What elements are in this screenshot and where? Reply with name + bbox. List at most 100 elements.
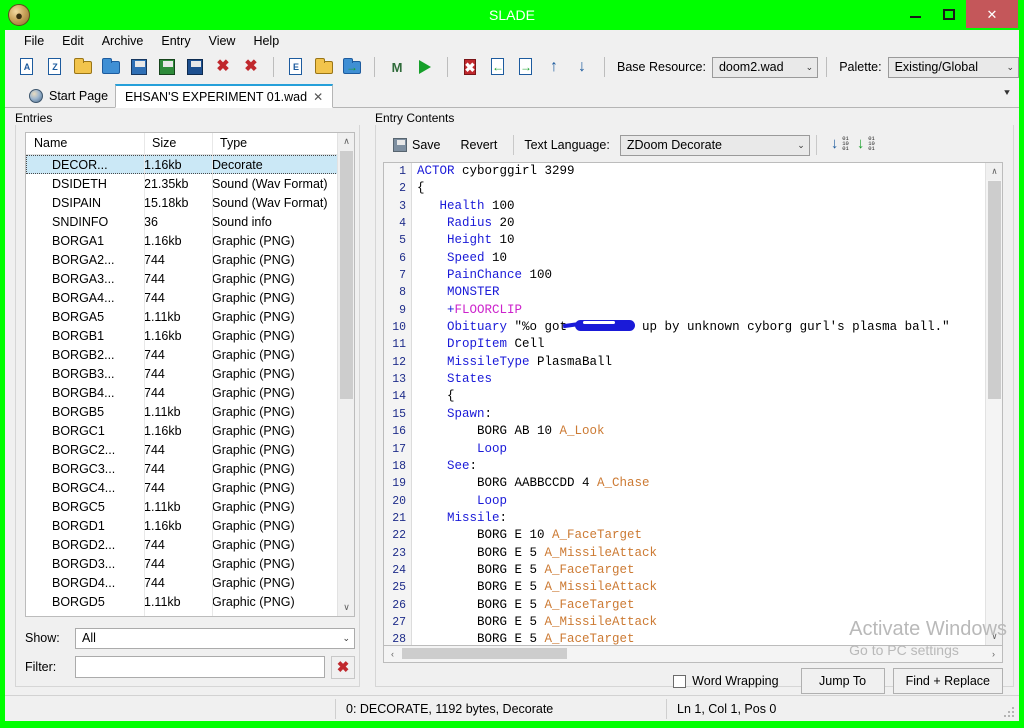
minimize-button[interactable]: [898, 0, 932, 28]
base-resource-combo[interactable]: doom2.wad ⌄: [711, 56, 819, 78]
editor-vertical-scrollbar[interactable]: ∧ ∨: [985, 163, 1002, 645]
code-line[interactable]: BORG AABBCCDD 4 A_Chase: [417, 475, 985, 492]
editor-hscroll-thumb[interactable]: [402, 648, 567, 659]
palette-combo[interactable]: Existing/Global ⌄: [887, 56, 1019, 78]
scroll-up-icon[interactable]: ∧: [338, 133, 354, 150]
code-line[interactable]: Radius 20: [417, 215, 985, 232]
save-as-icon[interactable]: [156, 56, 178, 78]
clear-filter-button[interactable]: ✖: [331, 655, 355, 679]
save-button[interactable]: Save: [383, 135, 451, 155]
close-button[interactable]: ✕: [966, 0, 1018, 28]
column-header-name[interactable]: Name: [26, 133, 144, 154]
scroll-down-icon[interactable]: ∨: [986, 628, 1002, 645]
jump-to-button[interactable]: Jump To: [800, 668, 885, 694]
table-row[interactable]: BORGA2... 744 Graphic (PNG): [26, 250, 354, 269]
text-editor[interactable]: 1 2 3 4 5 6 7 8 9 10 11 12 13 14 15 16 17 18 19 20 21 22 23 24 2…: [383, 162, 1003, 646]
run-map-icon[interactable]: [414, 56, 436, 78]
close-archive-icon[interactable]: ✖: [212, 56, 234, 78]
entries-list[interactable]: Name Size Type DECOR... 1.16kb Decorate DSI…: [25, 132, 355, 617]
tab-ehsans-experiment-wad[interactable]: EHSAN'S EXPERIMENT 01.wad ✕: [115, 84, 334, 108]
menu-file[interactable]: File: [15, 31, 53, 51]
table-row[interactable]: BORGC3... 744 Graphic (PNG): [26, 459, 354, 478]
word-wrapping-checkbox[interactable]: [673, 674, 687, 688]
open-archive-icon[interactable]: [72, 56, 94, 78]
code-line[interactable]: ACTOR cyborggirl 3299: [417, 163, 985, 180]
filter-input[interactable]: [75, 656, 325, 678]
column-header-type[interactable]: Type: [212, 133, 354, 154]
move-down-icon[interactable]: ↓: [571, 56, 593, 78]
code-line[interactable]: See:: [417, 458, 985, 475]
editor-horizontal-scrollbar[interactable]: ‹ ›: [383, 646, 1003, 663]
move-up-icon[interactable]: ↑: [543, 56, 565, 78]
code-line[interactable]: BORG E 5 A_MissileAttack: [417, 545, 985, 562]
table-row[interactable]: BORGD1 1.16kb Graphic (PNG): [26, 516, 354, 535]
table-row[interactable]: BORGA1 1.16kb Graphic (PNG): [26, 231, 354, 250]
table-row[interactable]: BORGD5 1.11kb Graphic (PNG): [26, 592, 354, 611]
tab-overflow-icon[interactable]: ⯆: [1003, 88, 1011, 99]
open-folder-icon[interactable]: [100, 56, 122, 78]
code-line[interactable]: PainChance 100: [417, 267, 985, 284]
code-line[interactable]: DropItem Cell: [417, 336, 985, 353]
word-wrapping-checkbox-wrap[interactable]: Word Wrapping: [673, 674, 779, 688]
editor-scroll-thumb[interactable]: [988, 181, 1001, 399]
code-line[interactable]: BORG E 5 A_MissileAttack: [417, 614, 985, 631]
find-replace-button[interactable]: Find + Replace: [892, 668, 1003, 694]
code-line[interactable]: BORG E 5 A_FaceTarget: [417, 597, 985, 614]
export-entry-icon[interactable]: →: [515, 56, 537, 78]
code-line[interactable]: MONSTER: [417, 284, 985, 301]
entries-scrollbar[interactable]: ∧ ∨: [337, 133, 354, 616]
table-row[interactable]: BORGC1 1.16kb Graphic (PNG): [26, 421, 354, 440]
word-wrap-toggle-icon[interactable]: ↓ 01 10 01: [855, 135, 875, 155]
new-text-entry-icon[interactable]: E: [285, 56, 307, 78]
show-combo[interactable]: All ⌄: [75, 627, 355, 649]
table-row[interactable]: DSIDETH 21.35kb Sound (Wav Format): [26, 174, 354, 193]
import-files-icon[interactable]: →: [341, 56, 363, 78]
table-row[interactable]: BORGB4... 744 Graphic (PNG): [26, 383, 354, 402]
table-row[interactable]: BORGD3... 744 Graphic (PNG): [26, 554, 354, 573]
scroll-down-icon[interactable]: ∨: [338, 599, 354, 616]
code-line[interactable]: BORG AB 10 A_Look: [417, 423, 985, 440]
resize-grip-icon[interactable]: [1003, 706, 1015, 718]
entries-scroll-thumb[interactable]: [340, 151, 353, 399]
code-text[interactable]: ACTOR cyborggirl 3299{ Health 100 Radius…: [413, 163, 985, 645]
save-all-icon[interactable]: [184, 56, 206, 78]
code-line[interactable]: Speed 10: [417, 250, 985, 267]
table-row[interactable]: BORGD4... 744 Graphic (PNG): [26, 573, 354, 592]
new-archive-icon[interactable]: A: [16, 56, 38, 78]
menu-archive[interactable]: Archive: [93, 31, 153, 51]
code-line[interactable]: MissileType PlasmaBall: [417, 354, 985, 371]
table-row[interactable]: BORGD2... 744 Graphic (PNG): [26, 535, 354, 554]
menu-entry[interactable]: Entry: [152, 31, 199, 51]
code-line[interactable]: Spawn:: [417, 406, 985, 423]
code-line[interactable]: Health 100: [417, 198, 985, 215]
code-line[interactable]: BORG E 5 A_FaceTarget: [417, 562, 985, 579]
code-line[interactable]: BORG E 5 A_MissileAttack: [417, 579, 985, 596]
new-directory-icon[interactable]: [313, 56, 335, 78]
maps-icon[interactable]: M: [386, 56, 408, 78]
table-row[interactable]: BORGA3... 744 Graphic (PNG): [26, 269, 354, 288]
delete-entry-icon[interactable]: ✖: [459, 56, 481, 78]
code-line[interactable]: Missile:: [417, 510, 985, 527]
revert-button[interactable]: Revert: [451, 135, 508, 155]
code-line[interactable]: BORG E 5 A_FaceTarget: [417, 631, 985, 645]
table-row[interactable]: BORGA4... 744 Graphic (PNG): [26, 288, 354, 307]
scroll-left-icon[interactable]: ‹: [384, 646, 401, 661]
tab-close-icon[interactable]: ✕: [313, 90, 323, 104]
table-row[interactable]: BORGC2... 744 Graphic (PNG): [26, 440, 354, 459]
scroll-up-icon[interactable]: ∧: [986, 163, 1002, 180]
close-all-icon[interactable]: ✖: [240, 56, 262, 78]
code-line[interactable]: {: [417, 180, 985, 197]
code-line[interactable]: Loop: [417, 493, 985, 510]
scroll-right-icon[interactable]: ›: [985, 646, 1002, 661]
table-row[interactable]: BORGB1 1.16kb Graphic (PNG): [26, 326, 354, 345]
code-line[interactable]: +FLOORCLIP: [417, 302, 985, 319]
table-row[interactable]: BORGB5 1.11kb Graphic (PNG): [26, 402, 354, 421]
table-row[interactable]: BORGB3... 744 Graphic (PNG): [26, 364, 354, 383]
table-row[interactable]: BORGC4... 744 Graphic (PNG): [26, 478, 354, 497]
menu-help[interactable]: Help: [244, 31, 288, 51]
code-line[interactable]: {: [417, 388, 985, 405]
text-language-combo[interactable]: ZDoom Decorate ⌄: [619, 134, 810, 156]
maximize-button[interactable]: [932, 0, 966, 28]
table-row[interactable]: BORGB2... 744 Graphic (PNG): [26, 345, 354, 364]
jump-to-line-icon[interactable]: ↓ 01 10 01: [829, 135, 849, 155]
